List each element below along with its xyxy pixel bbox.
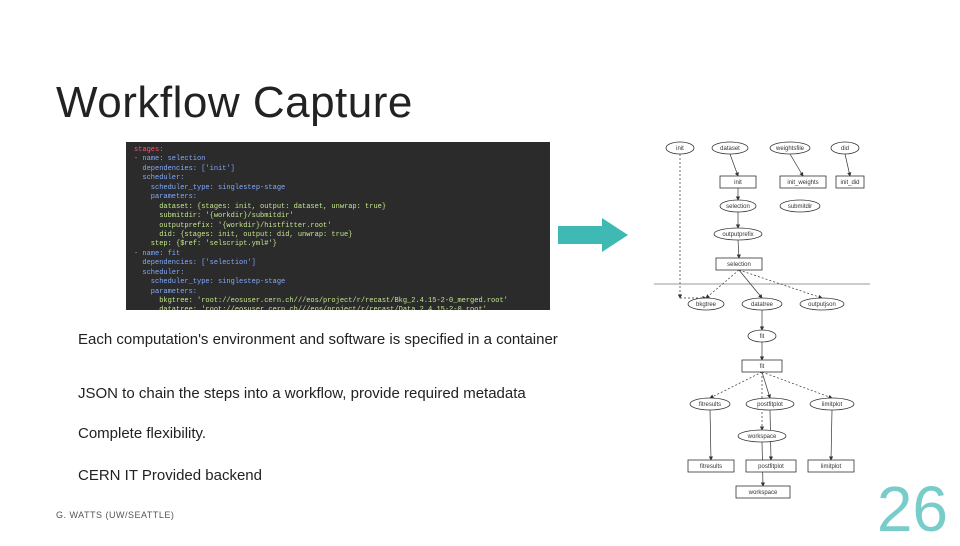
svg-text:outputjson: outputjson (808, 302, 836, 308)
svg-text:limitplot: limitplot (821, 464, 842, 470)
svg-text:bkgtree: bkgtree (696, 302, 717, 308)
body-text-backend: CERN IT Provided backend (78, 466, 578, 486)
body-text-container: Each computation's environment and softw… (78, 330, 578, 350)
svg-text:datatree: datatree (751, 302, 774, 308)
svg-text:workspace: workspace (747, 434, 777, 440)
svg-text:selection: selection (726, 204, 750, 210)
svg-text:fitresults: fitresults (700, 464, 722, 470)
workflow-code-block: stages: - name: selection dependencies: … (126, 142, 550, 310)
svg-text:weightsfile: weightsfile (775, 146, 805, 152)
svg-text:selection: selection (727, 262, 751, 268)
svg-text:fit: fit (760, 334, 765, 340)
svg-text:init: init (734, 180, 742, 186)
body-text-json: JSON to chain the steps into a workflow,… (78, 384, 638, 404)
slide-title: Workflow Capture (56, 78, 413, 128)
svg-text:fitresults: fitresults (699, 402, 721, 408)
workflow-dag-diagram: init dataset weightsfile did init init_weight… (650, 128, 874, 528)
svg-text:fit: fit (760, 364, 765, 370)
svg-text:did: did (841, 146, 849, 152)
svg-text:limitplot: limitplot (822, 402, 843, 408)
svg-text:init_weights: init_weights (787, 180, 818, 186)
page-number: 26 (877, 472, 948, 546)
arrow-icon (558, 218, 628, 257)
svg-text:postfitplot: postfitplot (757, 402, 783, 408)
svg-text:postfitplot: postfitplot (758, 464, 784, 470)
svg-text:submitdir: submitdir (788, 204, 812, 210)
body-text-flex: Complete flexibility. (78, 424, 578, 444)
svg-text:workspace: workspace (748, 490, 778, 496)
svg-text:dataset: dataset (720, 146, 740, 152)
footer-author: G. WATTS (UW/SEATTLE) (56, 510, 174, 520)
svg-text:init: init (676, 146, 684, 152)
svg-text:init_did: init_did (840, 180, 859, 186)
svg-text:outputprefix: outputprefix (722, 232, 753, 238)
